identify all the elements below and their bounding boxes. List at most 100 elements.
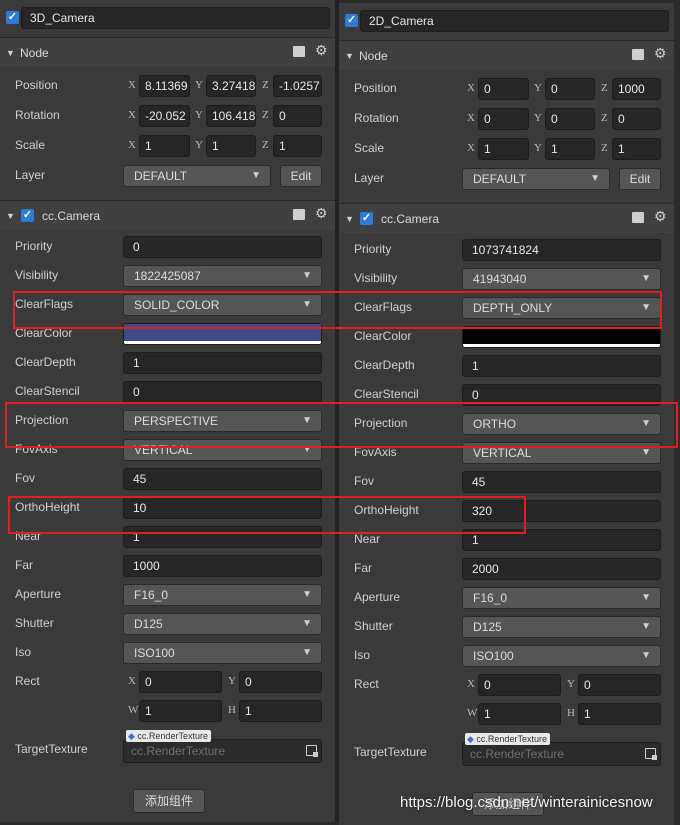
asset-picker-icon[interactable] (645, 748, 657, 760)
scale-y-input[interactable]: 1 (545, 138, 595, 160)
rect-w-input[interactable]: 1 (139, 700, 222, 722)
near-row: Near 1 (339, 526, 674, 555)
rect-h-input[interactable]: 1 (578, 703, 661, 725)
edit-layer-button[interactable]: Edit (280, 165, 322, 187)
rect-y-input[interactable]: 0 (578, 674, 661, 696)
axis-z-label: Z (262, 109, 269, 121)
asset-picker-icon[interactable] (306, 745, 318, 757)
clearflags-select[interactable]: SOLID_COLOR ▼ (123, 294, 322, 316)
rotation-x-input[interactable]: -20.052 (139, 105, 190, 127)
node-section-header[interactable]: ▼ Node ⚙ (0, 37, 335, 67)
chevron-down-icon: ▼ (302, 270, 312, 281)
rotation-y-input[interactable]: 0 (545, 108, 595, 130)
book-icon[interactable] (632, 49, 644, 60)
position-z-input[interactable]: 1000 (612, 78, 661, 100)
clearstencil-input[interactable]: 0 (123, 381, 322, 403)
camera-section-header[interactable]: ▼ ✓ cc.Camera ⚙ (0, 200, 335, 230)
shutter-select[interactable]: D125 ▼ (462, 616, 661, 638)
visibility-select[interactable]: 41943040 ▼ (462, 268, 661, 290)
scale-z-input[interactable]: 1 (273, 135, 322, 157)
chevron-down-icon: ▼ (302, 618, 312, 629)
targettexture-asset-field[interactable]: cc.RenderTexture (462, 742, 661, 766)
edit-layer-button[interactable]: Edit (619, 168, 661, 190)
scale-z-input[interactable]: 1 (612, 138, 661, 160)
far-input[interactable]: 1000 (123, 555, 322, 577)
rect-y-input[interactable]: 0 (239, 671, 322, 693)
fovaxis-select[interactable]: VERTICAL ▼ (462, 442, 661, 464)
chevron-down-icon: ▼ (641, 447, 651, 458)
targettexture-placeholder: cc.RenderTexture (131, 744, 226, 758)
clearflags-select[interactable]: DEPTH_ONLY ▼ (462, 297, 661, 319)
fov-input[interactable]: 45 (123, 468, 322, 490)
layer-select[interactable]: DEFAULT ▼ (123, 165, 271, 187)
position-x-input[interactable]: 0 (478, 78, 529, 100)
fov-input[interactable]: 45 (462, 471, 661, 493)
rotation-x-input[interactable]: 0 (478, 108, 529, 130)
iso-select[interactable]: ISO100 ▼ (462, 645, 661, 667)
rotation-z-input[interactable]: 0 (273, 105, 322, 127)
gear-icon[interactable]: ⚙ (654, 208, 667, 225)
priority-input[interactable]: 0 (123, 236, 322, 258)
rotation-z-input[interactable]: 0 (612, 108, 661, 130)
clearcolor-swatch[interactable] (462, 326, 661, 348)
rotation-y-input[interactable]: 106.418 (206, 105, 256, 127)
node-name-input[interactable]: 2D_Camera (360, 10, 669, 32)
projection-select[interactable]: ORTHO ▼ (462, 413, 661, 435)
axis-x-label: X (128, 139, 136, 151)
scale-x-input[interactable]: 1 (478, 138, 529, 160)
priority-label: Priority (15, 239, 53, 253)
layer-select[interactable]: DEFAULT ▼ (462, 168, 610, 190)
orthoheight-input[interactable]: 10 (123, 497, 322, 519)
aperture-select[interactable]: F16_0 ▼ (462, 587, 661, 609)
position-x-input[interactable]: 8.11369 (139, 75, 190, 97)
priority-input[interactable]: 1073741824 (462, 239, 661, 261)
position-y-input[interactable]: 0 (545, 78, 595, 100)
position-z-input[interactable]: -1.0257 (273, 75, 322, 97)
triangle-down-icon[interactable]: ▼ (6, 48, 15, 58)
near-input[interactable]: 1 (123, 526, 322, 548)
fovaxis-value: VERTICAL (134, 443, 193, 457)
camera-enabled-checkbox[interactable]: ✓ (360, 212, 373, 225)
targettexture-asset-field[interactable]: cc.RenderTexture (123, 739, 322, 763)
clearstencil-input[interactable]: 0 (462, 384, 661, 406)
position-y-input[interactable]: 3.27418 (206, 75, 256, 97)
add-component-button[interactable]: 添加组件 (133, 789, 205, 813)
book-icon[interactable] (293, 46, 305, 57)
layer-label: Layer (15, 168, 46, 182)
rect-h-input[interactable]: 1 (239, 700, 322, 722)
priority-row: Priority 1073741824 (339, 236, 674, 265)
near-input[interactable]: 1 (462, 529, 661, 551)
orthoheight-input[interactable]: 320 (462, 500, 661, 522)
clearflags-value: DEPTH_ONLY (473, 301, 553, 315)
camera-section-header[interactable]: ▼ ✓ cc.Camera ⚙ (339, 203, 674, 233)
iso-select[interactable]: ISO100 ▼ (123, 642, 322, 664)
book-icon[interactable] (293, 209, 305, 220)
gear-icon[interactable]: ⚙ (654, 45, 667, 62)
scale-x-input[interactable]: 1 (139, 135, 190, 157)
scale-y-input[interactable]: 1 (206, 135, 256, 157)
visibility-select[interactable]: 1822425087 ▼ (123, 265, 322, 287)
projection-row: Projection ORTHO ▼ (339, 410, 674, 439)
aperture-select[interactable]: F16_0 ▼ (123, 584, 322, 606)
triangle-down-icon[interactable]: ▼ (345, 214, 354, 224)
camera-enabled-checkbox[interactable]: ✓ (21, 209, 34, 222)
node-active-checkbox[interactable]: ✓ (6, 11, 19, 24)
fovaxis-select[interactable]: VERTICAL ▼ (123, 439, 322, 461)
gear-icon[interactable]: ⚙ (315, 205, 328, 222)
triangle-down-icon[interactable]: ▼ (345, 51, 354, 61)
cleardepth-input[interactable]: 1 (462, 355, 661, 377)
node-active-checkbox[interactable]: ✓ (345, 14, 358, 27)
clearcolor-swatch[interactable] (123, 323, 322, 345)
shutter-select[interactable]: D125 ▼ (123, 613, 322, 635)
rect-x-input[interactable]: 0 (139, 671, 222, 693)
gear-icon[interactable]: ⚙ (315, 42, 328, 59)
cleardepth-input[interactable]: 1 (123, 352, 322, 374)
rect-w-input[interactable]: 1 (478, 703, 561, 725)
far-input[interactable]: 2000 (462, 558, 661, 580)
node-section-header[interactable]: ▼ Node ⚙ (339, 40, 674, 70)
book-icon[interactable] (632, 212, 644, 223)
node-name-input[interactable]: 3D_Camera (21, 7, 330, 29)
rect-x-input[interactable]: 0 (478, 674, 561, 696)
triangle-down-icon[interactable]: ▼ (6, 211, 15, 221)
projection-select[interactable]: PERSPECTIVE ▼ (123, 410, 322, 432)
